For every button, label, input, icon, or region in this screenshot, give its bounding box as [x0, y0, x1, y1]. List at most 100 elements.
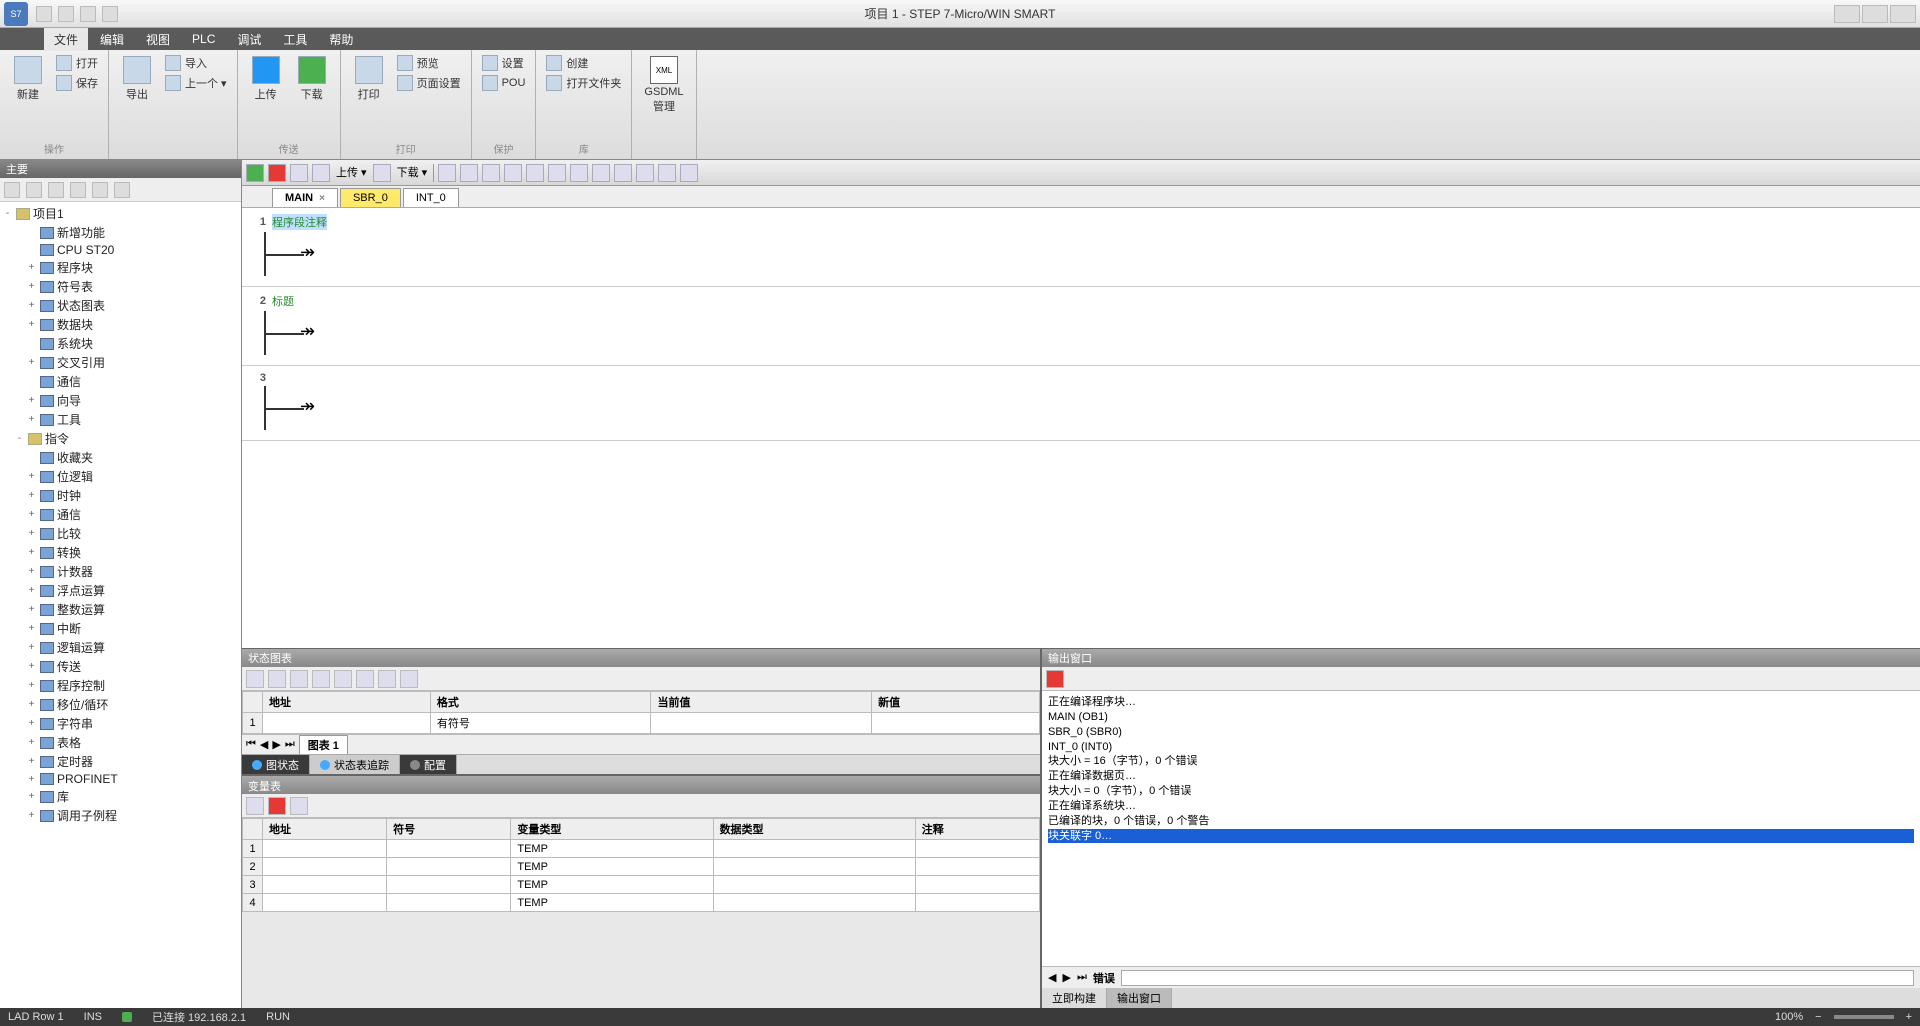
- not-contact-icon[interactable]: ↠: [300, 321, 315, 342]
- tree-node[interactable]: +逻辑运算: [2, 638, 239, 657]
- zoom-plus[interactable]: +: [1906, 1011, 1912, 1023]
- tree-node[interactable]: +向导: [2, 391, 239, 410]
- tree-node[interactable]: +传送: [2, 657, 239, 676]
- ot-build[interactable]: 立即构建: [1042, 988, 1107, 1008]
- tree-tb-icon[interactable]: [4, 182, 20, 198]
- tree-node[interactable]: +时钟: [2, 486, 239, 505]
- qat-print-icon[interactable]: [102, 6, 118, 22]
- tree-node[interactable]: -指令: [2, 429, 239, 448]
- ribbon-open-button[interactable]: 打开: [54, 54, 100, 72]
- qat-new-icon[interactable]: [36, 6, 52, 22]
- tree-tb-icon[interactable]: [48, 182, 64, 198]
- tree-node[interactable]: +位逻辑: [2, 467, 239, 486]
- sc-tb-icon[interactable]: [290, 670, 308, 688]
- network-title[interactable]: 程序段注释: [272, 214, 327, 230]
- ribbon-print-button[interactable]: 打印: [349, 54, 389, 104]
- tb-icon[interactable]: [504, 164, 522, 182]
- tree-root[interactable]: -项目1: [2, 204, 239, 223]
- sc-tb-icon[interactable]: [268, 670, 286, 688]
- tree-node[interactable]: +移位/循环: [2, 695, 239, 714]
- tree-node[interactable]: 新增功能: [2, 223, 239, 242]
- close-icon[interactable]: ×: [319, 193, 325, 204]
- sc-tb-icon[interactable]: [378, 670, 396, 688]
- vt-tb-icon[interactable]: [290, 797, 308, 815]
- tb-icon[interactable]: [592, 164, 610, 182]
- tree-node[interactable]: +程序块: [2, 258, 239, 277]
- sheet-tab[interactable]: 图表 1: [299, 735, 348, 755]
- tree-node[interactable]: +浮点运算: [2, 581, 239, 600]
- table-row[interactable]: 2TEMP: [243, 858, 1040, 876]
- tree-node[interactable]: +PROFINET: [2, 771, 239, 787]
- tree-node[interactable]: +计数器: [2, 562, 239, 581]
- tb-icon[interactable]: [438, 164, 456, 182]
- tree-node[interactable]: +状态图表: [2, 296, 239, 315]
- tree-tb-icon[interactable]: [92, 182, 108, 198]
- qat-open-icon[interactable]: [58, 6, 74, 22]
- menu-plc[interactable]: PLC: [182, 29, 225, 49]
- table-row[interactable]: 3TEMP: [243, 876, 1040, 894]
- menu-view[interactable]: 视图: [136, 28, 180, 51]
- close-button[interactable]: [1890, 5, 1916, 23]
- run-icon[interactable]: [246, 164, 264, 182]
- tree-tb-icon[interactable]: [114, 182, 130, 198]
- tree-node[interactable]: +交叉引用: [2, 353, 239, 372]
- tb-icon[interactable]: [373, 164, 391, 182]
- menu-tools[interactable]: 工具: [273, 28, 317, 51]
- nav-last-err[interactable]: ⏭: [1077, 971, 1087, 984]
- tb-icon[interactable]: [290, 164, 308, 182]
- tree-node[interactable]: +中断: [2, 619, 239, 638]
- tree-node[interactable]: +整数运算: [2, 600, 239, 619]
- nav-prev-err[interactable]: ◀: [1048, 971, 1056, 984]
- maximize-button[interactable]: [1862, 5, 1888, 23]
- ribbon-download-button[interactable]: 下载: [292, 54, 332, 104]
- tree-node[interactable]: +符号表: [2, 277, 239, 296]
- ribbon-libcreate-button[interactable]: 创建: [544, 54, 623, 72]
- sc-tb-icon[interactable]: [312, 670, 330, 688]
- tree-tb-icon[interactable]: [26, 182, 42, 198]
- tree-node[interactable]: +表格: [2, 733, 239, 752]
- nav-next[interactable]: ▶: [272, 738, 280, 751]
- table-row[interactable]: 4TEMP: [243, 894, 1040, 912]
- ribbon-upload-button[interactable]: 上传: [246, 54, 286, 104]
- not-contact-icon[interactable]: ↠: [300, 242, 315, 263]
- ribbon-preview-button[interactable]: 预览: [395, 54, 463, 72]
- zoom-minus[interactable]: −: [1815, 1011, 1821, 1023]
- qat-save-icon[interactable]: [80, 6, 96, 22]
- not-contact-icon[interactable]: ↠: [300, 396, 315, 417]
- tree-node[interactable]: +库: [2, 787, 239, 806]
- sc-tb-icon[interactable]: [356, 670, 374, 688]
- project-tree[interactable]: -项目1 新增功能CPU ST20+程序块+符号表+状态图表+数据块系统块+交叉…: [0, 202, 241, 1008]
- nav-next-err[interactable]: ▶: [1062, 971, 1070, 984]
- tree-node[interactable]: +定时器: [2, 752, 239, 771]
- tb-icon[interactable]: [570, 164, 588, 182]
- bt-trace[interactable]: 状态表追踪: [310, 755, 400, 774]
- sc-tb-icon[interactable]: [400, 670, 418, 688]
- tree-node[interactable]: CPU ST20: [2, 242, 239, 258]
- app-icon[interactable]: S7: [4, 2, 28, 26]
- minimize-button[interactable]: [1834, 5, 1860, 23]
- zoom-slider[interactable]: [1834, 1015, 1894, 1019]
- table-row[interactable]: 1TEMP: [243, 840, 1040, 858]
- menu-edit[interactable]: 编辑: [90, 28, 134, 51]
- tb-icon[interactable]: [460, 164, 478, 182]
- menu-help[interactable]: 帮助: [319, 28, 363, 51]
- tree-node[interactable]: +通信: [2, 505, 239, 524]
- tb-icon[interactable]: [680, 164, 698, 182]
- vt-tb-icon[interactable]: [268, 797, 286, 815]
- tb-icon[interactable]: [548, 164, 566, 182]
- tb-icon[interactable]: [636, 164, 654, 182]
- variable-table-grid[interactable]: 地址 符号 变量类型 数据类型 注释 1TEMP 2TEMP 3TEMP 4TE…: [242, 818, 1040, 912]
- nav-prev[interactable]: ◀: [260, 738, 268, 751]
- tree-node[interactable]: +比较: [2, 524, 239, 543]
- nav-last[interactable]: ⏭: [285, 738, 295, 751]
- sc-tb-icon[interactable]: [246, 670, 264, 688]
- vt-tb-icon[interactable]: [246, 797, 264, 815]
- tab-sbr0[interactable]: SBR_0: [340, 188, 401, 207]
- tree-node[interactable]: 收藏夹: [2, 448, 239, 467]
- menu-debug[interactable]: 调试: [227, 28, 271, 51]
- tree-node[interactable]: 通信: [2, 372, 239, 391]
- ribbon-pou-button[interactable]: POU: [480, 74, 528, 92]
- tree-node[interactable]: 系统块: [2, 334, 239, 353]
- ladder-editor[interactable]: 1程序段注释 ↠ 2标题 ↠ 3 ↠: [242, 208, 1920, 648]
- nav-first[interactable]: ⏮: [246, 738, 256, 751]
